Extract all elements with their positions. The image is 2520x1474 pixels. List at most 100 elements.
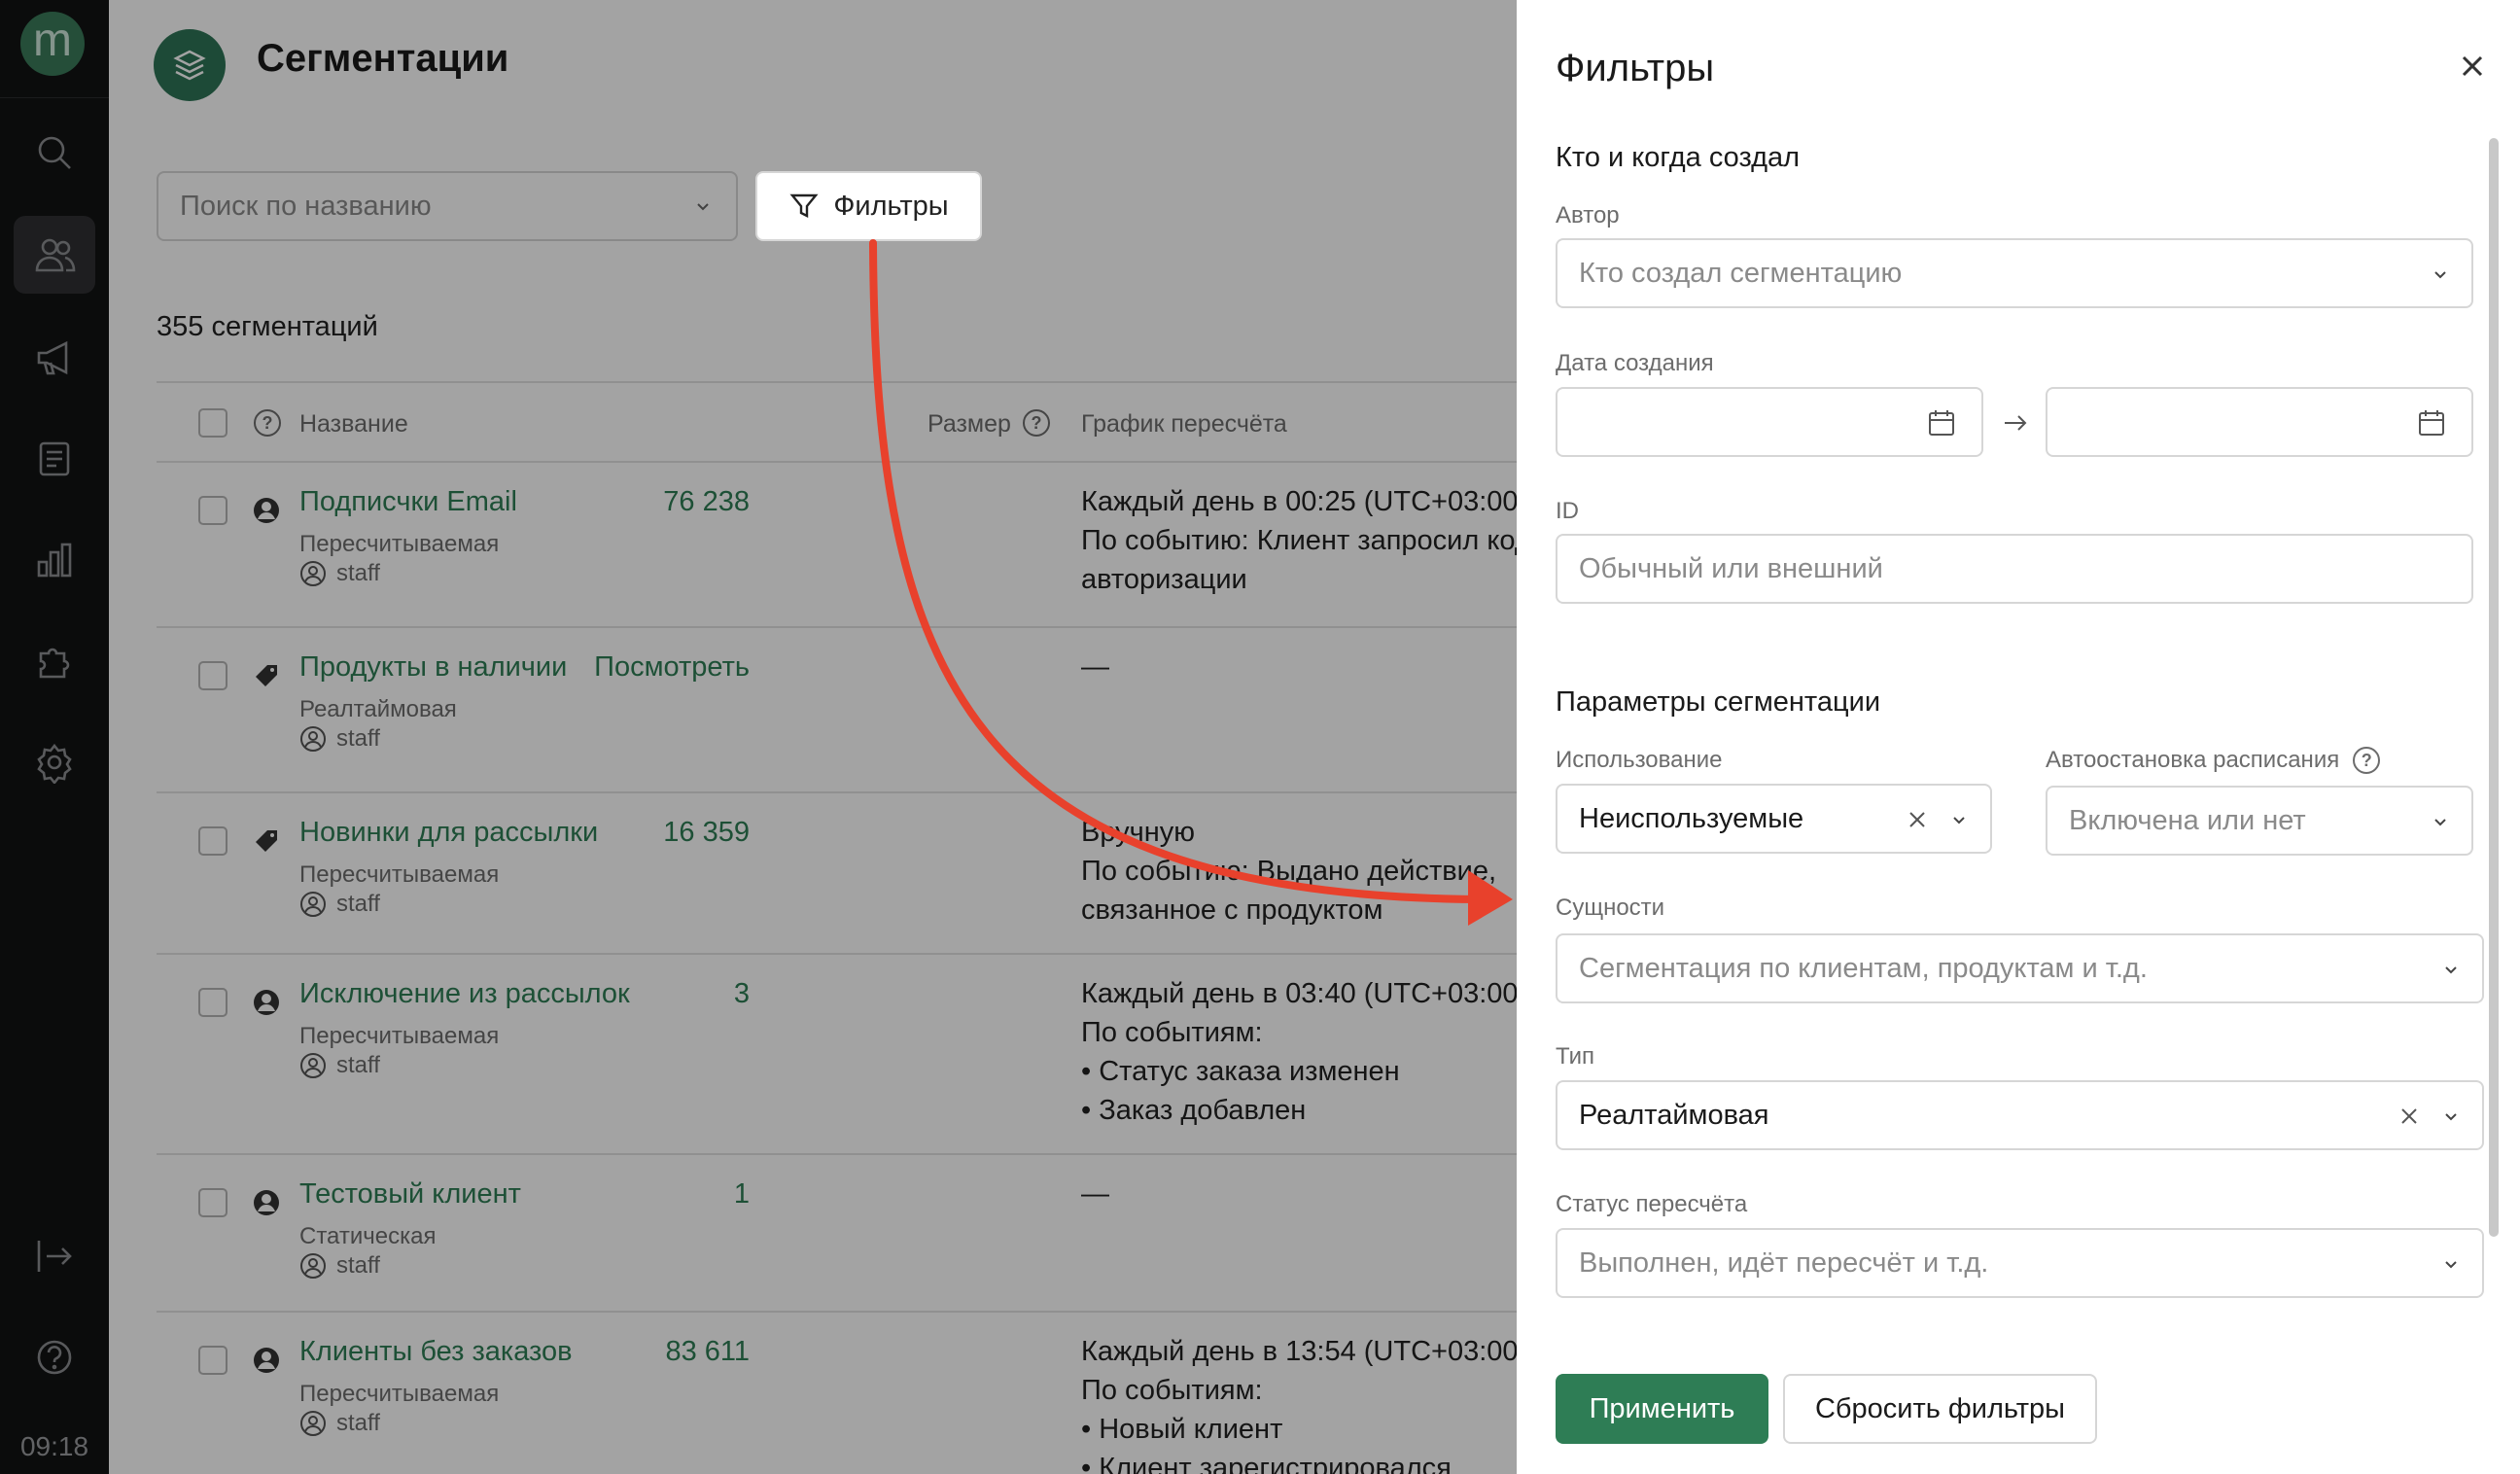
segment-kind: Реалтаймовая [299, 696, 457, 722]
nav-settings[interactable] [14, 723, 95, 801]
status-label: Статус пересчёта [1556, 1191, 1748, 1217]
close-icon [2462, 55, 2483, 77]
nav-content[interactable] [14, 420, 95, 498]
help-icon[interactable]: ? [254, 409, 281, 437]
table-row[interactable]: Тестовый клиент Статическая staff 1— [157, 1155, 1518, 1313]
chevron-down-icon [2434, 819, 2446, 826]
segment-size: 83 611 [665, 1336, 750, 1367]
segment-name-link[interactable]: Подписчки Email [299, 486, 517, 518]
segment-owner: staff [299, 1252, 380, 1280]
table-row[interactable]: Продукты в наличии Реалтаймовая staff Посмо… [157, 628, 1518, 793]
segment-size[interactable]: Посмотреть [594, 651, 750, 684]
segment-size: 76 238 [663, 486, 750, 517]
segment-name-link[interactable]: Тестовый клиент [299, 1178, 521, 1211]
row-checkbox[interactable] [198, 496, 228, 525]
clear-icon[interactable] [2398, 1106, 2420, 1127]
select-all-checkbox[interactable] [198, 408, 228, 438]
segment-name-link[interactable]: Клиенты без заказов [299, 1336, 573, 1368]
nav-analytics[interactable] [14, 521, 95, 599]
owner-name: staff [336, 1252, 380, 1279]
date-to-input[interactable] [2046, 387, 2473, 457]
left-nav: m 09:18 [0, 0, 109, 1474]
table-row[interactable]: Новинки для рассылки Пересчитываемая staff… [157, 793, 1518, 955]
reset-filters-button[interactable]: Сбросить фильтры [1783, 1374, 2097, 1444]
nav-users[interactable] [14, 216, 95, 294]
segments-count: 355 сегментаций [157, 311, 378, 342]
nav-campaigns[interactable] [14, 319, 95, 397]
logout-icon [37, 1241, 72, 1272]
user-circle-icon [300, 726, 326, 752]
segment-owner: staff [299, 1052, 380, 1079]
nav-help[interactable] [14, 1318, 95, 1396]
id-input[interactable]: Обычный или внешний [1556, 534, 2473, 604]
status-select[interactable]: Выполнен, идёт пересчёт и т.д. [1556, 1228, 2484, 1298]
segment-size: 1 [733, 1178, 750, 1210]
person-icon [254, 1348, 279, 1373]
table-row[interactable]: Исключение из рассылок Пересчитываемая sta… [157, 955, 1527, 1155]
author-select[interactable]: Кто создал сегментацию [1556, 238, 2473, 308]
type-select[interactable]: Реалтаймовая [1556, 1080, 2484, 1150]
nav-integrations[interactable] [14, 622, 95, 700]
row-checkbox[interactable] [198, 988, 228, 1017]
filters-button[interactable]: Фильтры [755, 171, 982, 241]
drawer-scrollbar[interactable] [2489, 138, 2499, 1237]
type-value: Реалтаймовая [1579, 1099, 1769, 1131]
segment-kind: Пересчитываемая [299, 1023, 500, 1049]
chevron-down-icon [1953, 817, 1965, 825]
segment-owner: staff [299, 1410, 380, 1437]
help-icon[interactable]: ? [1023, 409, 1050, 437]
apply-button[interactable]: Применить [1556, 1374, 1768, 1444]
segment-name-link[interactable]: Новинки для рассылки [299, 817, 598, 849]
author-label: Автор [1556, 202, 1620, 228]
segment-kind: Пересчитываемая [299, 861, 500, 888]
section-created: Кто и когда создал [1556, 142, 1801, 173]
autostop-label: Автоостановка расписания ? [2046, 747, 2381, 774]
search-icon [38, 136, 71, 169]
search-input[interactable]: Поиск по названию [157, 171, 738, 241]
row-checkbox[interactable] [198, 1188, 228, 1217]
table-row[interactable]: Подписчки Email Пересчитываемая staff 76 23… [157, 463, 1531, 628]
col-size[interactable]: Размер [928, 410, 1011, 439]
chevron-down-icon [2445, 966, 2457, 974]
row-checkbox[interactable] [198, 661, 228, 690]
list-icon [39, 441, 70, 476]
nav-logout[interactable] [14, 1217, 95, 1295]
chart-icon [37, 543, 72, 578]
segment-name-link[interactable]: Продукты в наличии [299, 651, 567, 684]
segment-name-link[interactable]: Исключение из рассылок [299, 978, 630, 1010]
entities-select[interactable]: Сегментация по клиентам, продуктам и т.д… [1556, 933, 2484, 1003]
nav-search[interactable] [14, 114, 95, 192]
owner-name: staff [336, 1410, 380, 1436]
usage-value: Неиспользуемые [1579, 802, 1804, 834]
type-label: Тип [1556, 1043, 1595, 1070]
drawer-title: Фильтры [1556, 47, 1715, 89]
tag-icon [256, 830, 277, 852]
autostop-placeholder: Включена или нет [2069, 804, 2306, 836]
tag-icon [256, 665, 277, 686]
owner-name: staff [336, 725, 380, 752]
col-name[interactable]: Название [299, 410, 408, 439]
autostop-select[interactable]: Включена или нет [2046, 786, 2473, 856]
segment-owner: staff [299, 560, 380, 587]
segment-size: 16 359 [663, 817, 750, 848]
arrow-right-icon [2005, 415, 2027, 431]
row-checkbox[interactable] [198, 826, 228, 856]
user-circle-icon [300, 892, 326, 917]
row-checkbox[interactable] [198, 1346, 228, 1375]
col-schedule[interactable]: График пересчёта [1081, 410, 1287, 439]
chevron-down-icon [2445, 1113, 2457, 1121]
entities-placeholder: Сегментация по клиентам, продуктам и т.д… [1579, 952, 2148, 984]
user-circle-icon [300, 561, 326, 586]
help-icon [37, 1340, 72, 1375]
close-button[interactable] [2455, 49, 2490, 84]
date-from-input[interactable] [1556, 387, 1983, 457]
usage-select[interactable]: Неиспользуемые [1556, 784, 1992, 854]
search-placeholder: Поиск по названию [180, 190, 432, 222]
table-header: ? Название Размер ? График пересчёта [157, 381, 1518, 463]
clear-icon[interactable] [1907, 809, 1928, 830]
table-row[interactable]: Клиенты без заказов Пересчитываемая staff 8… [157, 1313, 1527, 1474]
megaphone-icon [37, 340, 68, 375]
help-icon[interactable]: ? [2353, 747, 2381, 774]
usage-label: Использование [1556, 747, 1723, 773]
app-logo[interactable]: m [20, 12, 85, 76]
